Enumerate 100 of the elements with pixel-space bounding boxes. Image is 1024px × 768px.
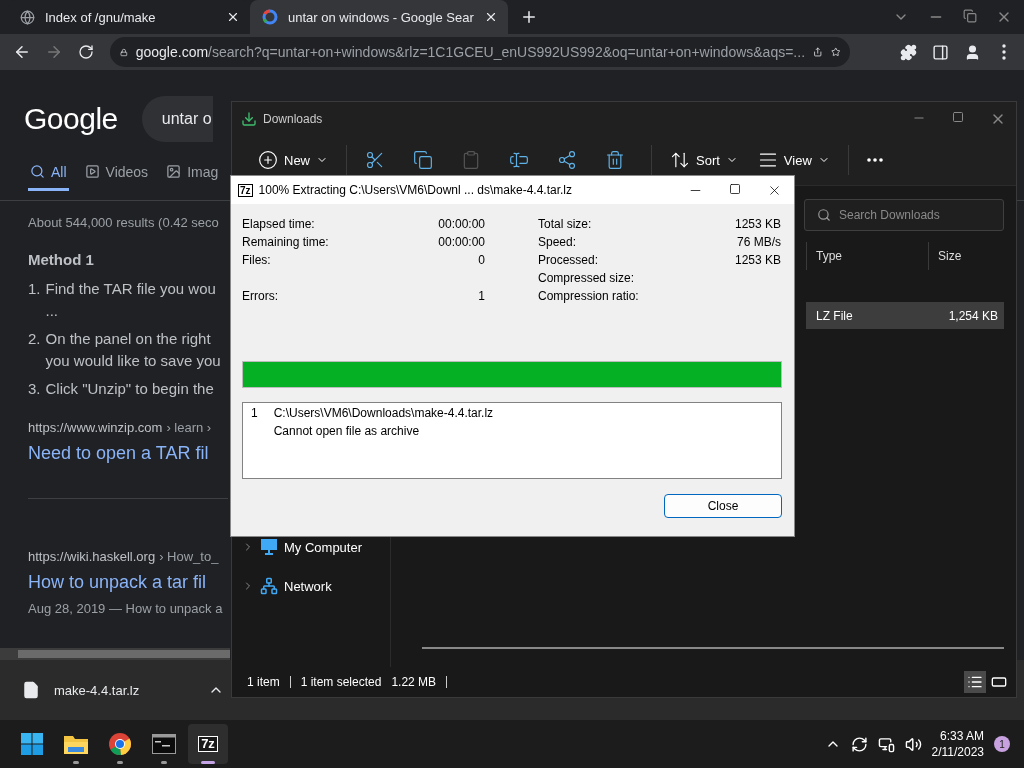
share-icon[interactable] [813, 44, 823, 60]
view-button[interactable]: View [749, 143, 838, 177]
restore-icon[interactable] [963, 9, 977, 23]
back-icon [13, 43, 31, 61]
share-icon [557, 150, 577, 170]
puzzle-icon [899, 43, 917, 61]
column-header[interactable]: Type [806, 242, 928, 270]
network-icon[interactable] [877, 735, 895, 753]
message-text: Cannot open file as archive [273, 424, 421, 438]
step-text: Click "Unzip" to begin the [45, 379, 214, 399]
sort-button[interactable]: Sort [662, 143, 746, 177]
trash-icon [605, 150, 625, 170]
reload-icon [78, 44, 94, 60]
stat-label: Errors: [242, 289, 278, 305]
network-icon [260, 577, 278, 595]
more-icon [866, 158, 883, 162]
result-path: › How_to_ [159, 549, 219, 564]
new-button[interactable]: New [250, 143, 336, 177]
download-item[interactable]: make-4.4.tar.lz [54, 682, 194, 698]
maximize-icon[interactable] [729, 182, 741, 195]
search-engine-logo-icon [262, 9, 278, 25]
window-title: 100% Extracting C:\Users\VM6\Downl ... ds\make-4.4.tar.lz [258, 183, 573, 197]
message-number: 1 [251, 406, 258, 422]
globe-icon [20, 9, 35, 25]
folder-icon [63, 733, 89, 755]
stat-value: 1253 KB [734, 253, 781, 269]
stat-label: Compressed size: [538, 271, 635, 287]
step-number: 1. [28, 279, 41, 299]
close-icon[interactable] [226, 10, 240, 24]
stat-label: Total size: [538, 217, 592, 233]
status-text: 1 item selected [300, 675, 382, 689]
search-tab[interactable]: All [28, 162, 69, 191]
archiver-logo-icon: 7z [198, 735, 218, 753]
rename-icon [509, 150, 529, 170]
menu-icon [1002, 44, 1006, 60]
stat-label: Compression ratio: [538, 289, 639, 305]
step-number: 3. [28, 379, 41, 399]
nav-item[interactable]: Network [232, 577, 390, 595]
plus-icon [258, 150, 278, 170]
nav-item[interactable]: My Computer [232, 539, 390, 555]
search-tab[interactable]: Videos [82, 162, 151, 191]
stat-value: 0 [478, 253, 485, 269]
stat-value: 00:00:00 [438, 217, 485, 233]
forward-icon [45, 43, 63, 61]
result-link[interactable]: How to unpack a tar fil [28, 572, 228, 593]
side-panel-icon [931, 43, 949, 61]
stat-label: Elapsed time: [242, 217, 315, 233]
table-cell-text: LZ File [815, 308, 854, 323]
list-icon [967, 674, 983, 690]
clock-date[interactable]: 2/11/2023 [931, 744, 984, 760]
clipboard-icon [461, 150, 481, 170]
step-number: 2. [28, 329, 41, 349]
status-text: 1.22 MB [391, 675, 437, 689]
sort-icon [670, 150, 690, 170]
address-bar[interactable]: google.com/search?q=untar+on+windows&rlz=1C1GCEU_enUS992US992&oq=untar+on+windows&aqs=... [110, 37, 850, 67]
terminal-icon [152, 734, 176, 754]
details-view-button[interactable] [964, 671, 986, 693]
image-icon [166, 164, 182, 179]
message-path: C:\Users\VM6\Downloads\make-4.4.tar.lz [273, 406, 494, 420]
stat-label: Processed: [538, 253, 599, 269]
search-field[interactable]: untar o [141, 96, 213, 142]
scissors-icon [365, 150, 385, 170]
stat-value: 1253 KB [734, 217, 781, 233]
clock-time[interactable]: 6:33 AM [939, 728, 984, 744]
step-text: ... [45, 301, 60, 321]
horizontal-scrollbar[interactable] [422, 647, 1004, 649]
file-icon [22, 681, 40, 699]
window-title: Downloads [263, 111, 324, 126]
download-icon [241, 110, 257, 127]
monitor-icon [260, 539, 278, 555]
result-url: https://wiki.haskell.org [28, 549, 156, 564]
search-tab[interactable]: Imag [164, 162, 221, 191]
step-text: On the panel on the right [45, 329, 212, 349]
search-engine-logo: Google [24, 102, 118, 136]
stat-value: 76 MB/s [737, 235, 781, 251]
copy-icon [413, 150, 433, 170]
maximize-icon[interactable] [952, 110, 964, 123]
sync-icon[interactable] [850, 735, 868, 753]
step-text: Find the TAR file you wou [45, 279, 216, 299]
search-icon [817, 208, 831, 222]
search-field[interactable]: Search Downloads [804, 199, 1004, 231]
file-row[interactable]: LZ File 1,254 KB [806, 302, 1004, 329]
table-cell-text: 1,254 KB [947, 308, 999, 323]
horizontal-scrollbar[interactable] [0, 648, 230, 660]
step-text: you would like to save you [45, 351, 221, 371]
status-text: 1 item [247, 675, 280, 689]
close-button[interactable]: Close [664, 494, 782, 518]
result-link[interactable]: Need to open a TAR fil [28, 443, 228, 464]
stat-label: Files: [242, 253, 271, 269]
notification-badge[interactable]: 1 [994, 736, 1010, 752]
volume-icon[interactable] [904, 735, 922, 753]
result-path: › learn › [166, 420, 212, 435]
stat-value: 1 [478, 289, 485, 305]
column-header[interactable]: Size [928, 242, 1004, 270]
archiver-logo-icon: 7z [238, 183, 253, 197]
taskbar-app-button[interactable]: 7z [188, 724, 228, 764]
browser-tab[interactable]: untar on windows - Google Sear [250, 0, 508, 34]
video-icon [84, 164, 100, 179]
browser-logo-icon [108, 732, 132, 756]
rectangle-icon [991, 674, 1007, 690]
